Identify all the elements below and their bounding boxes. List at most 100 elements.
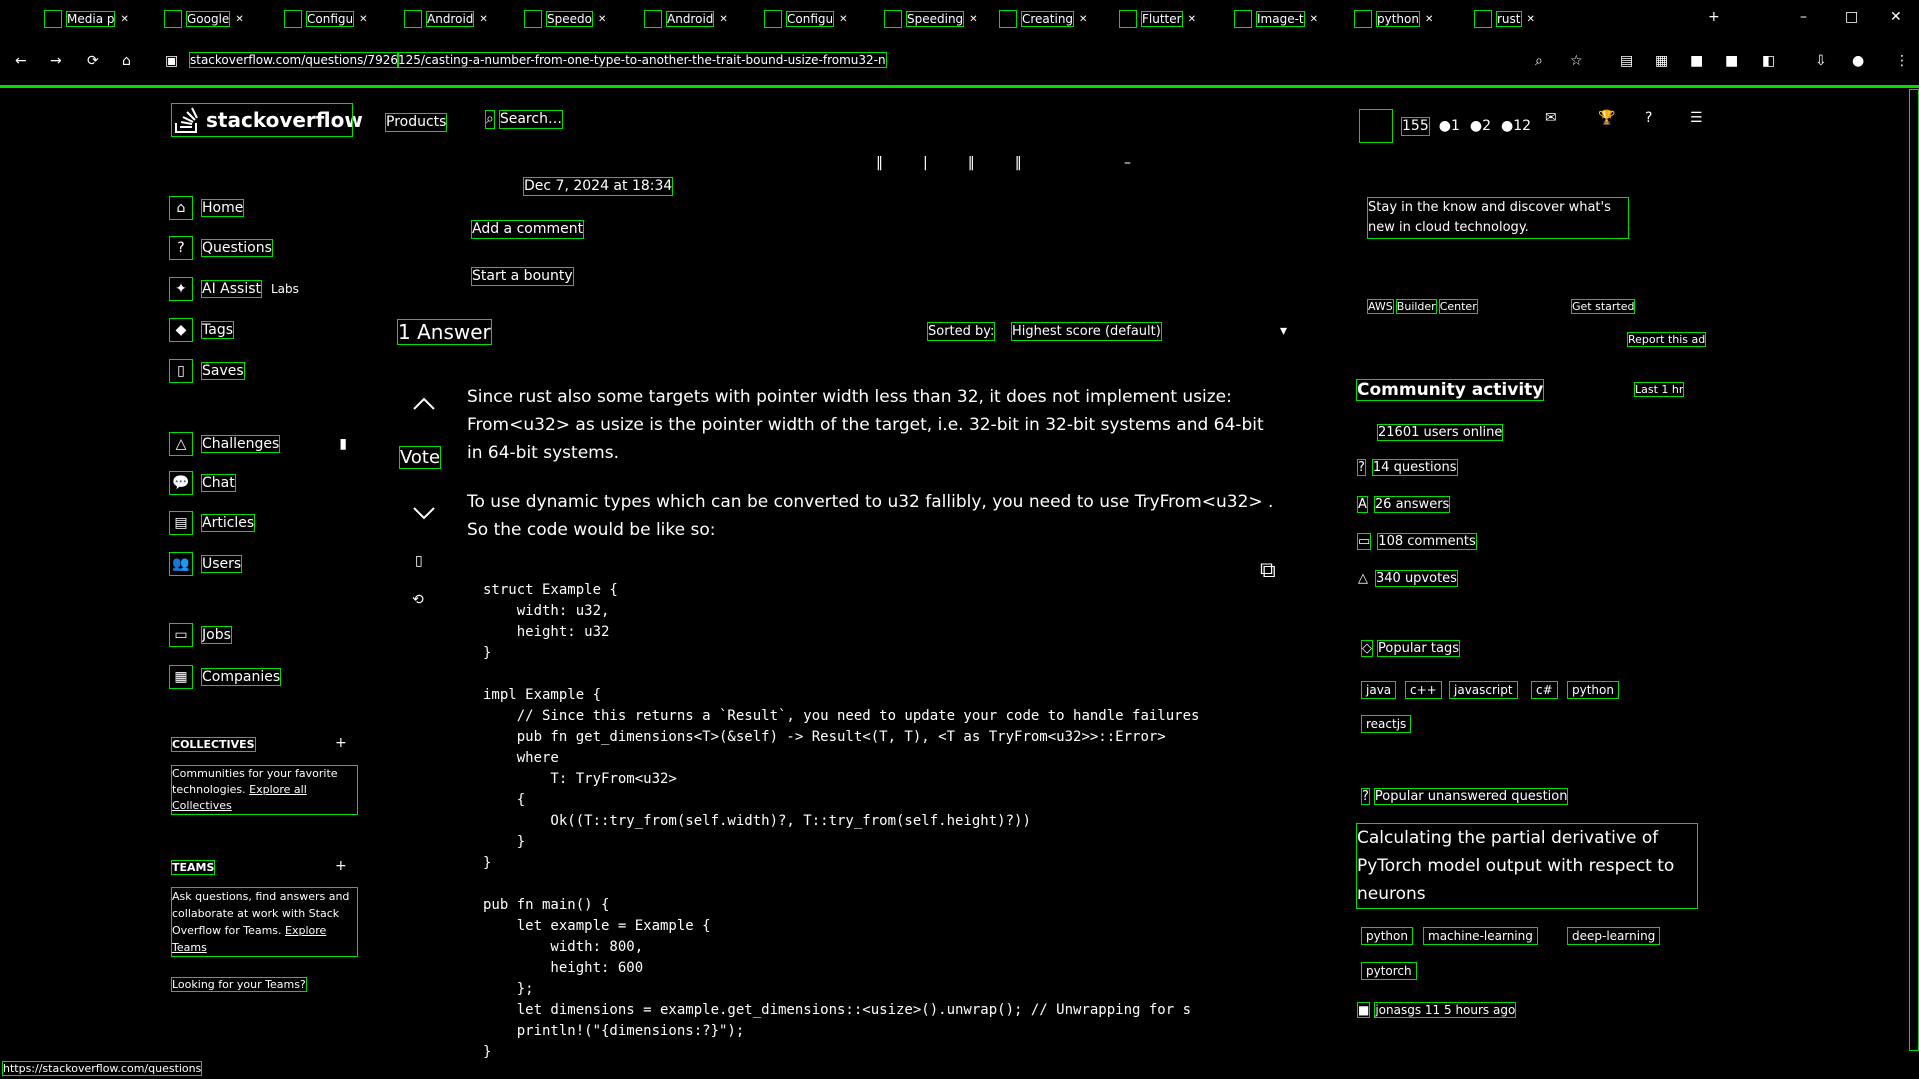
tab[interactable]: Configu ✕	[764, 8, 848, 30]
sidebar-item-companies[interactable]: ▦ Companies	[169, 665, 282, 689]
browser-menu-icon[interactable]: ⋮	[1895, 53, 1909, 70]
new-tab-icon[interactable]: +	[1708, 9, 1720, 26]
home-icon[interactable]: ⌂	[122, 53, 131, 70]
copy-code-icon[interactable]: ⧉	[1260, 560, 1276, 582]
avatar[interactable]	[1359, 109, 1393, 143]
sidebar-item-ai-assist[interactable]: ✦ AI Assist Labs	[169, 277, 299, 301]
sidebar-item-articles[interactable]: ▤ Articles	[169, 511, 256, 535]
extension-icon[interactable]: ■	[1690, 53, 1703, 70]
help-icon[interactable]: ?	[1645, 110, 1652, 127]
window-close-icon[interactable]: ✕	[1890, 9, 1902, 26]
sidebar-item-home[interactable]: ⌂ Home	[169, 196, 245, 220]
extension-icon[interactable]: ■	[1725, 53, 1738, 70]
profile-avatar-icon[interactable]: ●	[1852, 53, 1864, 70]
tag-chip[interactable]: c++	[1405, 681, 1442, 699]
products-menu[interactable]: Products	[384, 113, 448, 132]
tab[interactable]: Google ✕	[164, 8, 244, 30]
maximize-icon[interactable]: □	[1845, 9, 1858, 26]
sidebar-item-challenges[interactable]: △ Challenges ▮	[169, 432, 347, 456]
tab-close-icon[interactable]: ✕	[598, 14, 606, 25]
user-avatar-icon[interactable]: ■	[1356, 1002, 1371, 1018]
extension-icon[interactable]: ◧	[1762, 53, 1775, 70]
sidebar-item-chat[interactable]: 💬 Chat	[169, 471, 236, 495]
sidebar-item-questions[interactable]: ? Questions	[169, 236, 273, 260]
tag-chip[interactable]: javascript	[1449, 681, 1518, 699]
extension-icon[interactable]: ▦	[1655, 53, 1668, 70]
upvote-icon[interactable]	[413, 397, 435, 411]
bookmark-icon: ▯	[169, 359, 193, 383]
tag-chip[interactable]: python	[1567, 681, 1619, 699]
sidebar-item-tags[interactable]: ◆ Tags	[169, 318, 234, 342]
tab-close-icon[interactable]: ✕	[1310, 14, 1318, 25]
tab[interactable]: python ✕	[1354, 8, 1433, 30]
forward-icon[interactable]: →	[50, 53, 62, 70]
tab-close-icon[interactable]: ✕	[120, 14, 128, 25]
minimize-icon[interactable]: –	[1800, 9, 1807, 26]
tab-close-icon[interactable]: ✕	[719, 14, 727, 25]
sidebar-item-saves[interactable]: ▯ Saves	[169, 359, 245, 383]
tab[interactable]: Android ✕	[644, 8, 728, 30]
unanswered-question-link[interactable]: Calculating the partial derivative of Py…	[1356, 823, 1698, 909]
post-menu-dividers: ‖|‖‖	[876, 155, 1062, 171]
start-bounty-link[interactable]: Start a bounty	[471, 267, 574, 286]
tab-close-icon[interactable]: ✕	[1527, 14, 1535, 25]
tag-chip[interactable]: machine-learning	[1423, 927, 1538, 945]
site-switcher-icon[interactable]: ☰	[1690, 110, 1703, 127]
tag-chip[interactable]: reactjs	[1360, 715, 1412, 733]
sidebar-item-jobs[interactable]: ▭ Jobs	[169, 623, 232, 647]
achievements-icon[interactable]: 🏆	[1598, 110, 1615, 127]
tab[interactable]: Creating ✕	[999, 8, 1087, 30]
downloads-icon[interactable]: ⇩	[1815, 53, 1827, 70]
tab[interactable]: Speedo ✕	[524, 8, 606, 30]
stackoverflow-logo[interactable]: stackoverflow	[171, 103, 363, 137]
add-collective-icon[interactable]: +	[335, 735, 347, 752]
stat-comments: ▭ 108 comments	[1356, 533, 1477, 550]
history-icon[interactable]: ⟲	[412, 592, 424, 609]
zoom-icon[interactable]: ⌕	[1535, 53, 1543, 70]
sidebar-item-users[interactable]: 👥 Users	[169, 552, 243, 576]
tab-active[interactable]: Image-t ✕	[1234, 8, 1318, 30]
looking-for-teams-link[interactable]: Looking for your Teams?	[171, 977, 307, 992]
address-bar[interactable]: stackoverflow.com/questions/7926125/cast…	[189, 52, 940, 74]
back-icon[interactable]: ←	[15, 53, 27, 70]
tab[interactable]: Android ✕	[404, 8, 488, 30]
sort-select[interactable]: Highest score (default)	[1011, 322, 1162, 341]
scrollbar[interactable]	[1909, 89, 1919, 1051]
tag-chip[interactable]: python	[1361, 927, 1413, 945]
tab[interactable]: Configu ✕	[284, 8, 368, 30]
reload-icon[interactable]: ⟳	[87, 53, 99, 70]
tab-close-icon[interactable]: ✕	[1425, 14, 1433, 25]
add-team-icon[interactable]: +	[335, 858, 347, 875]
site-info-icon[interactable]: ▣	[165, 53, 178, 70]
sort-chevron-icon[interactable]: ▾	[1280, 323, 1287, 340]
tab-close-icon[interactable]: ✕	[359, 14, 367, 25]
report-ad-link[interactable]: Report this ad	[1626, 332, 1707, 347]
ad-text[interactable]: Stay in the know and discover what's new…	[1367, 197, 1629, 239]
tab[interactable]: Media p ✕	[44, 8, 129, 30]
tag-chip[interactable]: java	[1360, 681, 1397, 699]
tag-chip[interactable]: deep-learning	[1566, 927, 1661, 945]
tab-close-icon[interactable]: ✕	[235, 14, 243, 25]
tab[interactable]: Flutter ✕	[1119, 8, 1196, 30]
tab-close-icon[interactable]: ✕	[479, 14, 487, 25]
tab-close-icon[interactable]: ✕	[1079, 14, 1087, 25]
tab[interactable]: rust ✕	[1474, 8, 1535, 30]
last-hour-label: Last 1 hr	[1633, 382, 1685, 397]
ad-cta-button[interactable]: Get started	[1570, 299, 1636, 314]
inbox-icon[interactable]: ✉	[1545, 110, 1557, 127]
ad-brand[interactable]: AWS Builder Center	[1367, 299, 1478, 314]
community-activity-title: Community activity	[1355, 379, 1545, 401]
downvote-icon[interactable]	[413, 506, 435, 520]
tag-chip[interactable]: pytorch	[1361, 962, 1417, 980]
tag-chip[interactable]: c#	[1531, 681, 1558, 699]
save-answer-icon[interactable]: ▯	[415, 553, 423, 570]
bookmark-star-icon[interactable]: ☆	[1570, 53, 1583, 70]
extension-icon[interactable]: ▤	[1620, 53, 1633, 70]
add-comment-link[interactable]: Add a comment	[470, 220, 585, 239]
tab-close-icon[interactable]: ✕	[839, 14, 847, 25]
tab-close-icon[interactable]: ✕	[969, 14, 977, 25]
tab[interactable]: Speeding ✕	[884, 8, 978, 30]
tab-close-icon[interactable]: ✕	[1188, 14, 1196, 25]
user-rep-area[interactable]: 155 ●1 ●2 ●12	[1359, 109, 1531, 143]
search-input[interactable]: ⌕ Search…	[485, 110, 563, 129]
